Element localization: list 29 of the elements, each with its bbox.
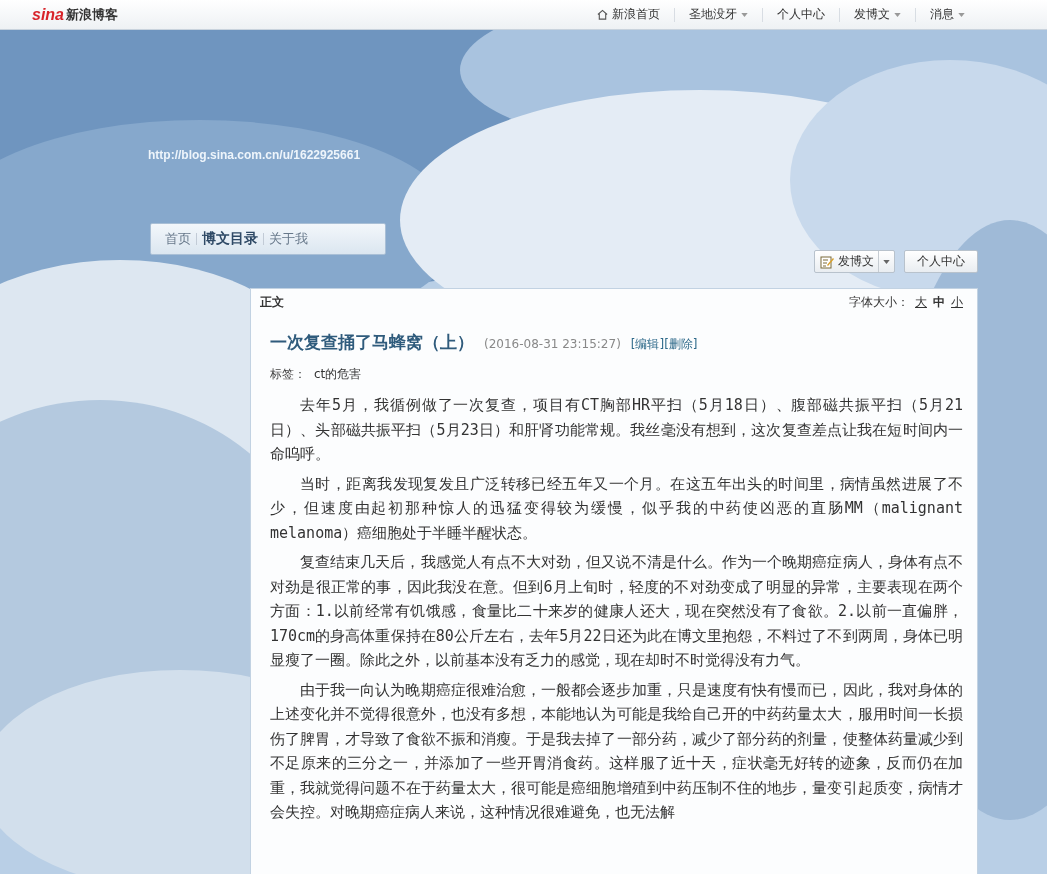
top-nav-link[interactable]: 新浪首页 xyxy=(583,6,674,23)
font-size-link[interactable]: 大 xyxy=(915,293,927,311)
site-name: 新浪博客 xyxy=(66,5,118,24)
top-nav-link[interactable]: 消息 xyxy=(916,6,979,23)
edit-link[interactable]: [删除] xyxy=(664,336,698,353)
font-size-link[interactable]: 中 xyxy=(933,293,945,311)
paragraph: 当时，距离我发现复发且广泛转移已经五年又一个月。在这五年出头的时间里，病情虽然进展了不少，但速度由起初那种惊人的迅猛变得较为缓慢，似乎我的中药使凶恶的直肠MM（malignant melanoma）癌细胞处于半睡半醒状态。 xyxy=(270,473,963,544)
edit-link[interactable]: [编辑] xyxy=(630,336,665,353)
blog-nav-tab[interactable]: 关于我 xyxy=(264,230,313,248)
logo[interactable]: sina xyxy=(32,5,64,24)
blog-nav-tab[interactable]: 博文目录 xyxy=(197,230,263,248)
paragraph: 复查结束几天后，我感觉人有点不大对劲，但又说不清是什么。作为一个晚期癌症病人，身体有点不对劲是很正常的事，因此我没在意。但到6月上旬时，轻度的不对劲变成了明显的异常，主要表现在两个方面：1.以前经常有饥饿感，食量比二十来岁的健康人还大，现在突然没有了食欲。2.以前一直偏胖，170cm的身高体重保持在80公斤左右，去年5月22日还为此在博文里抱怨，不料过了不到两周，身体已明显瘦了一圈。除此之外，以前基本没有乏力的感觉，现在却时不时觉得没有力气。 xyxy=(270,552,963,671)
action-button[interactable]: 个人中心 xyxy=(904,250,978,273)
section-title: 正文 xyxy=(260,293,284,311)
top-nav-link[interactable]: 个人中心 xyxy=(763,6,839,23)
article-title: 一次复查捅了马蜂窝（上） xyxy=(270,331,474,354)
blog-nav-tab[interactable]: 首页 xyxy=(160,230,196,248)
top-nav-link[interactable]: 发博文 xyxy=(840,6,915,23)
edit-icon xyxy=(820,254,834,269)
tag-link[interactable]: ct的危害 xyxy=(314,366,362,383)
paragraph: 去年5月，我循例做了一次复查，项目有CT胸部HR平扫（5月18日）、腹部磁共振平扫（5月21日）、头部磁共振平扫（5月23日）和肝肾功能常规。我丝毫没有想到，这次复查差点让我在短时间内一命呜呼。 xyxy=(270,395,963,465)
home-icon xyxy=(597,9,608,20)
top-nav-link[interactable]: 圣地没牙 xyxy=(675,6,762,23)
font-size-link[interactable]: 小 xyxy=(951,293,963,311)
paragraph: 由于我一向认为晚期癌症很难治愈，一般都会逐步加重，只是速度有快有慢而已，因此，我对身体的上述变化并不觉得很意外，也没有多想，本能地认为可能是我给自己开的中药药量太大，服用时间一长损伤了脾胃，才导致了食欲不振和消瘦。于是我去掉了一部分药，减少了部分药的剂量，使整体药量减少到不足原来的三分之一，并添加了一些开胃消食药。这样服了近十天，症状毫无好转的迹象，反而仍在加重，我就觉得问题不在于药量太大，很可能是癌细胞增殖到中药压制不住的地步，量变引起质变，病情才会失控。对晚期癌症病人来说，这种情况很难避免，也无法解 xyxy=(270,679,963,823)
font-size-label: 字体大小： xyxy=(849,293,909,311)
action-button[interactable]: 发博文 xyxy=(814,250,895,273)
tags-label: 标签： xyxy=(270,366,306,383)
post-date: (2016-08-31 23:15:27) xyxy=(484,337,621,351)
